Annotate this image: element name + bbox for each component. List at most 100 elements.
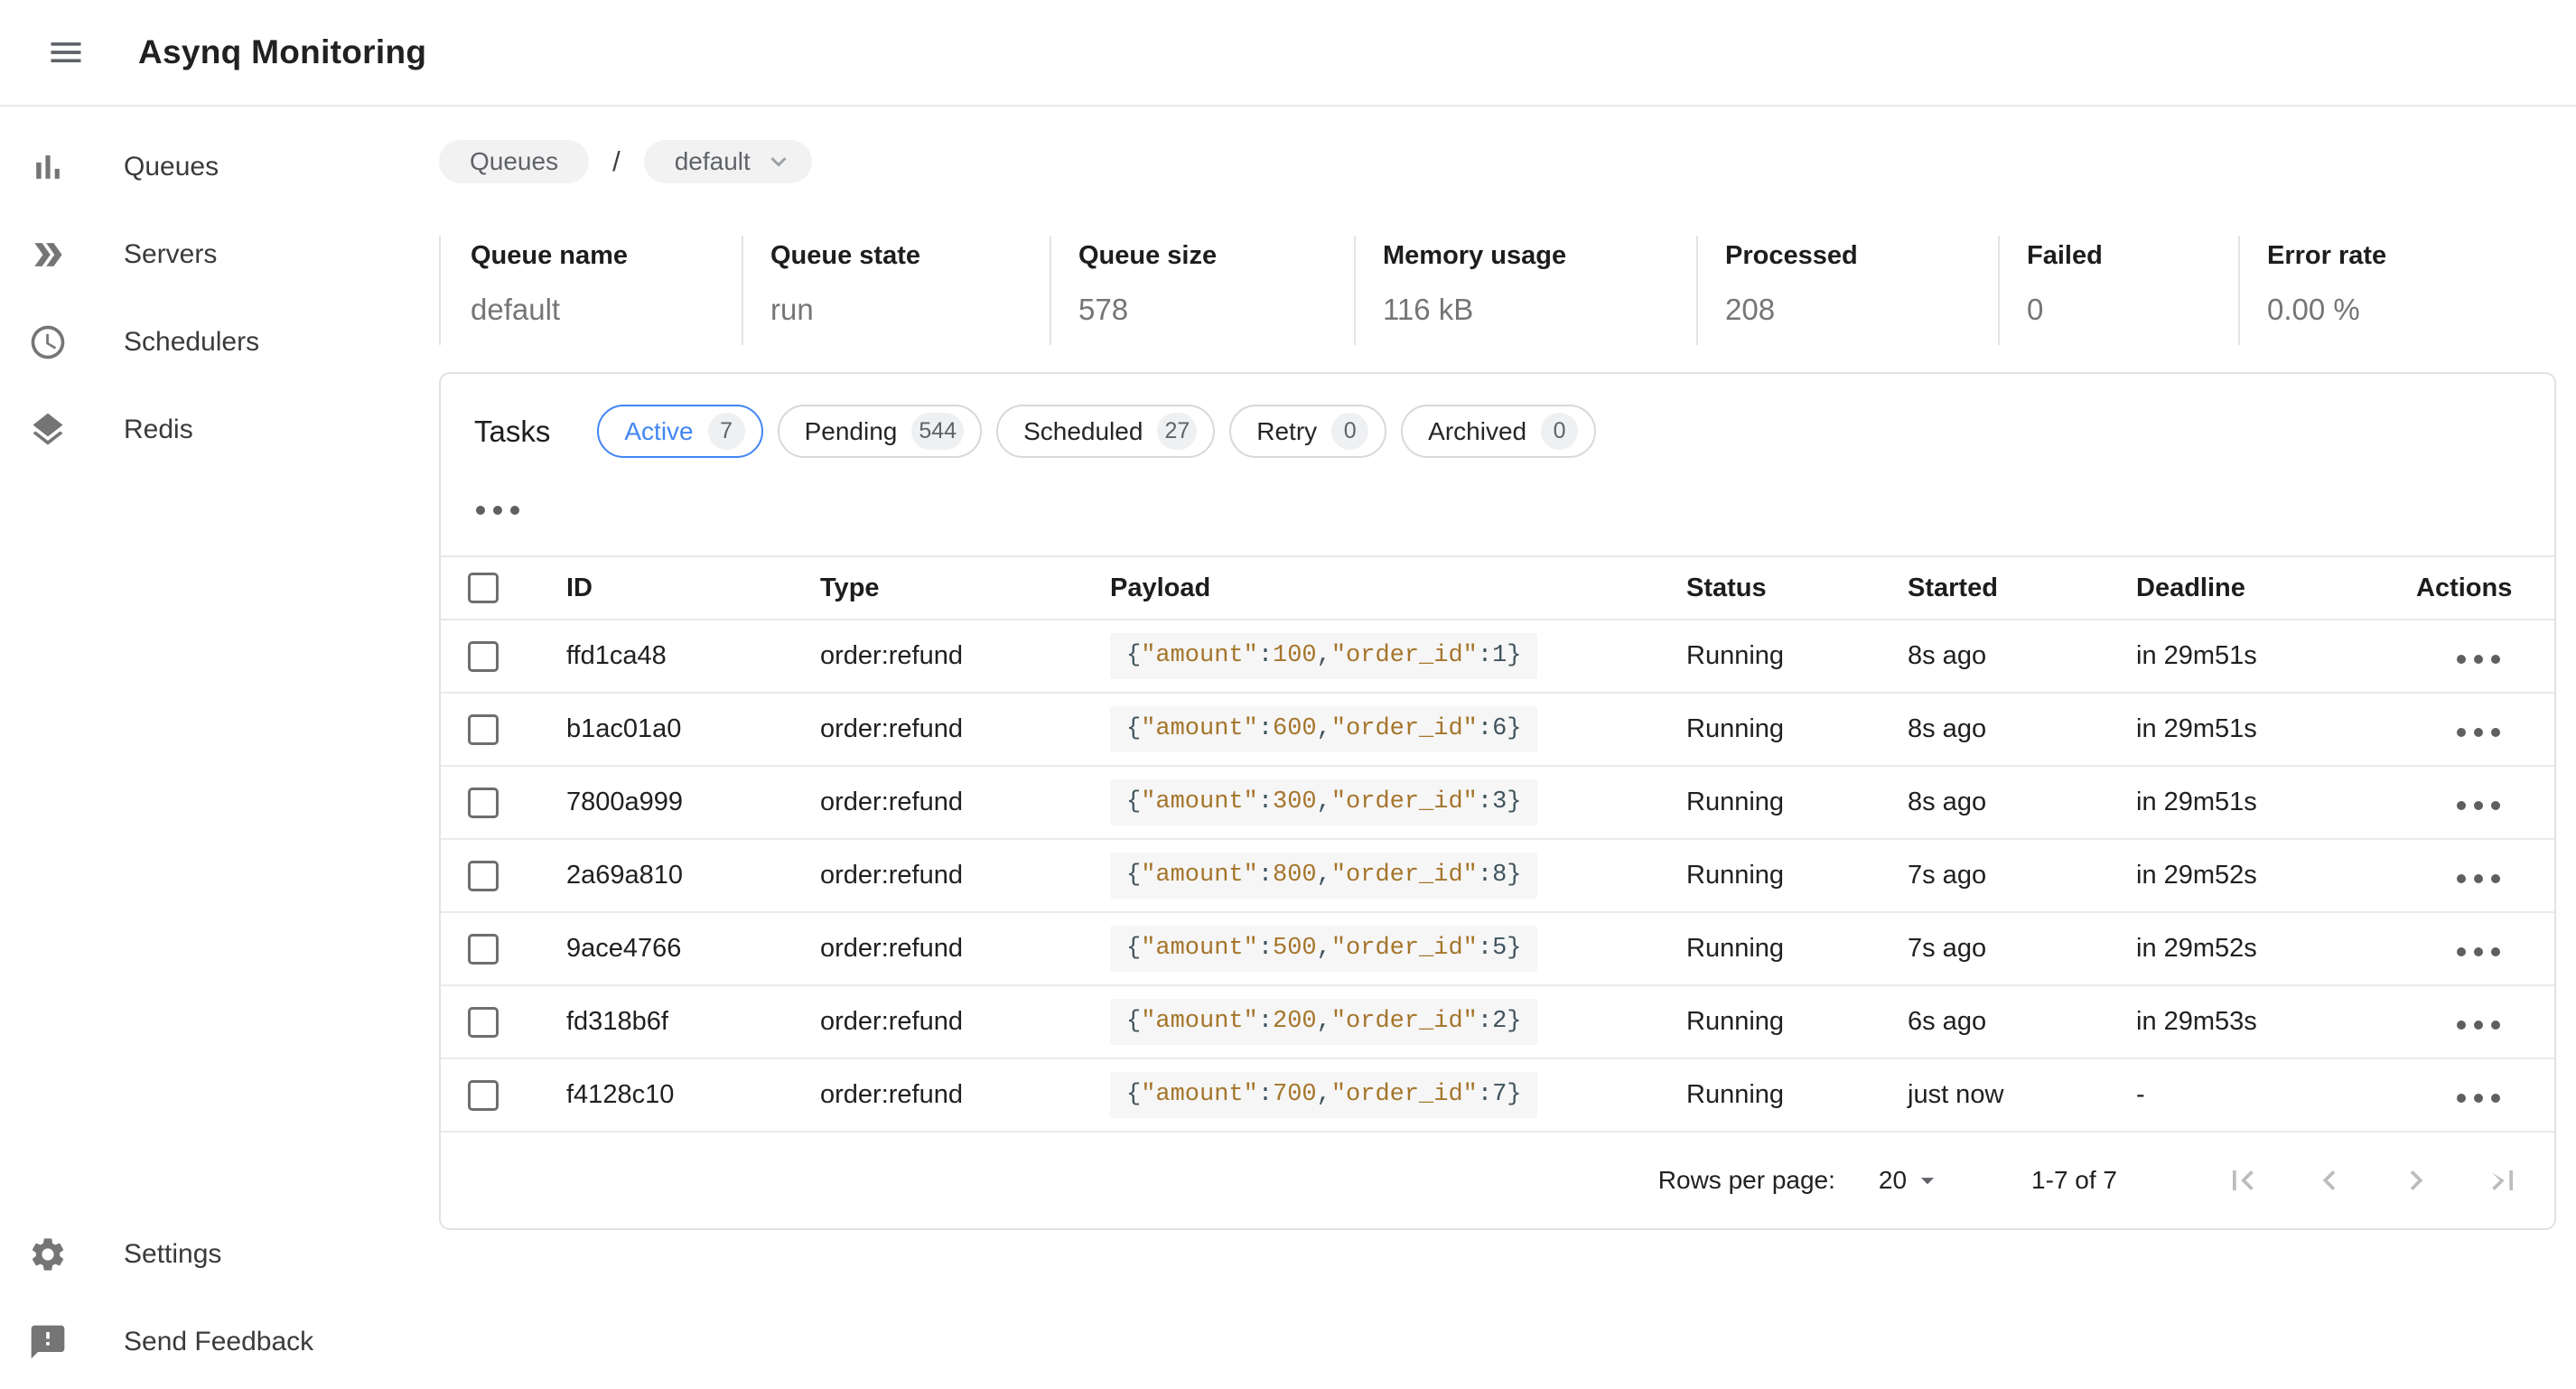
last-page-icon <box>2483 1161 2523 1200</box>
filter-chip-retry[interactable]: Retry0 <box>1229 405 1386 458</box>
task-status: Running <box>1686 1058 1908 1132</box>
stat-value: 208 <box>1725 293 1998 327</box>
row-checkbox[interactable] <box>468 861 499 891</box>
rows-per-page-value: 20 <box>1879 1166 1907 1195</box>
task-type: order:refund <box>820 985 1110 1058</box>
task-type: order:refund <box>820 766 1110 839</box>
row-actions-button[interactable] <box>2455 1092 2502 1105</box>
task-status: Running <box>1686 985 1908 1058</box>
stat-queue-name: Queue namedefault <box>439 236 742 345</box>
queue-stats-bar: Queue namedefault Queue state run Queue siz… <box>439 236 2556 345</box>
row-checkbox[interactable] <box>468 714 499 745</box>
task-started: 8s ago <box>1908 620 2136 693</box>
sidebar-item-settings[interactable]: Settings <box>0 1210 439 1298</box>
filter-chip-count: 544 <box>911 413 964 450</box>
stat-label: Queue size <box>1078 241 1354 271</box>
main-content: Queues / default Queue namedefaultQueue … <box>439 107 2576 1387</box>
row-select-cell <box>441 839 566 912</box>
hamburger-menu-button[interactable] <box>46 33 86 72</box>
sidebar-item-schedulers[interactable]: Schedulers <box>0 298 439 386</box>
task-status: Running <box>1686 766 1908 839</box>
task-started: 8s ago <box>1908 766 2136 839</box>
select-all-checkbox[interactable] <box>468 573 499 603</box>
first-page-button[interactable] <box>2222 1160 2263 1201</box>
stat-value: run <box>770 293 1050 327</box>
tasks-card: Tasks Active7 Pending 544 Scheduled27 Retry0… <box>439 372 2556 1230</box>
payload-code: {"amount":200,"order_id":2} <box>1110 999 1537 1045</box>
filter-chip-count: 0 <box>1331 413 1368 450</box>
column-header-id: ID <box>566 556 820 620</box>
row-checkbox[interactable] <box>468 934 499 965</box>
table-row: 7800a999order:refund{"amount":300,"order… <box>441 766 2554 839</box>
task-deadline: in 29m53s <box>2136 985 2416 1058</box>
filter-chip-pending[interactable]: Pending 544 <box>778 405 982 458</box>
filter-chip-archived[interactable]: Archived0 <box>1401 405 1596 458</box>
payload-code: {"amount":600,"order_id":6} <box>1110 706 1537 752</box>
breadcrumb-queue-selector[interactable]: default <box>644 140 812 183</box>
table-row: ffd1ca48order:refund{"amount":100,"order… <box>441 620 2554 693</box>
table-row: f4128c10order:refund{"amount":700,"order… <box>441 1058 2554 1132</box>
previous-page-button[interactable] <box>2309 1160 2350 1201</box>
sidebar-item-servers[interactable]: Servers <box>0 210 439 298</box>
column-header-actions: Actions <box>2416 556 2554 620</box>
task-payload-cell: {"amount":200,"order_id":2} <box>1110 985 1686 1058</box>
row-checkbox[interactable] <box>468 788 499 818</box>
column-header-status: Status <box>1686 556 1908 620</box>
stat-value: 0.00 % <box>2267 293 2556 327</box>
row-actions-button[interactable] <box>2455 726 2502 739</box>
row-actions-button[interactable] <box>2455 799 2502 812</box>
sidebar-item-label: Queues <box>124 152 219 182</box>
filter-chip-label: Scheduled <box>1023 417 1143 446</box>
row-checkbox[interactable] <box>468 1007 499 1038</box>
sidebar-item-label: Servers <box>124 239 217 270</box>
payload-code: {"amount":800,"order_id":8} <box>1110 853 1537 899</box>
row-checkbox[interactable] <box>468 1080 499 1111</box>
stat-queue-state: Queue state run <box>742 236 1050 345</box>
rows-per-page-select[interactable]: 20 <box>1879 1165 1943 1196</box>
row-select-cell <box>441 693 566 766</box>
task-payload-cell: {"amount":500,"order_id":5} <box>1110 912 1686 985</box>
breadcrumb-queues-chip[interactable]: Queues <box>439 140 589 183</box>
stat-failed: Failed 0 <box>1998 236 2238 345</box>
column-header-started: Started <box>1908 556 2136 620</box>
row-select-cell <box>441 1058 566 1132</box>
last-page-button[interactable] <box>2482 1160 2524 1201</box>
row-actions-button[interactable] <box>2455 872 2502 885</box>
next-page-button[interactable] <box>2395 1160 2437 1201</box>
task-payload-cell: {"amount":300,"order_id":3} <box>1110 766 1686 839</box>
tasks-heading: Tasks <box>474 415 550 449</box>
stat-value: 116 kB <box>1383 293 1696 327</box>
sidebar-item-label: Redis <box>124 415 193 445</box>
row-select-cell <box>441 912 566 985</box>
chevron-right-icon <box>2396 1161 2436 1200</box>
row-actions-button[interactable] <box>2455 946 2502 958</box>
stat-value: 0 <box>2027 293 2238 327</box>
stat-label: Queue state <box>770 241 1050 271</box>
stat-value: 578 <box>1078 293 1354 327</box>
task-id: 7800a999 <box>566 766 820 839</box>
sidebar-item-send-feedback[interactable]: Send Feedback <box>0 1298 439 1385</box>
row-select-cell <box>441 620 566 693</box>
row-actions-button[interactable] <box>2455 1019 2502 1031</box>
task-status: Running <box>1686 693 1908 766</box>
stat-label: Failed <box>2027 241 2238 271</box>
bulk-actions-button[interactable] <box>474 504 521 517</box>
filter-chip-label: Pending <box>805 417 898 446</box>
task-actions-cell <box>2416 620 2554 693</box>
row-actions-button[interactable] <box>2455 653 2502 666</box>
stat-label: Processed <box>1725 241 1998 271</box>
filter-chip-active[interactable]: Active7 <box>597 405 762 458</box>
task-actions-cell <box>2416 1058 2554 1132</box>
task-status: Running <box>1686 839 1908 912</box>
row-checkbox[interactable] <box>468 641 499 672</box>
task-deadline: in 29m51s <box>2136 693 2416 766</box>
task-actions-cell <box>2416 839 2554 912</box>
sidebar-item-queues[interactable]: Queues <box>0 123 439 210</box>
feedback-icon <box>28 1322 68 1362</box>
task-payload-cell: {"amount":800,"order_id":8} <box>1110 839 1686 912</box>
double-arrow-icon <box>28 235 68 275</box>
filter-chip-scheduled[interactable]: Scheduled27 <box>996 405 1215 458</box>
task-id: 9ace4766 <box>566 912 820 985</box>
sidebar-item-redis[interactable]: Redis <box>0 386 439 473</box>
layers-icon <box>28 410 68 450</box>
